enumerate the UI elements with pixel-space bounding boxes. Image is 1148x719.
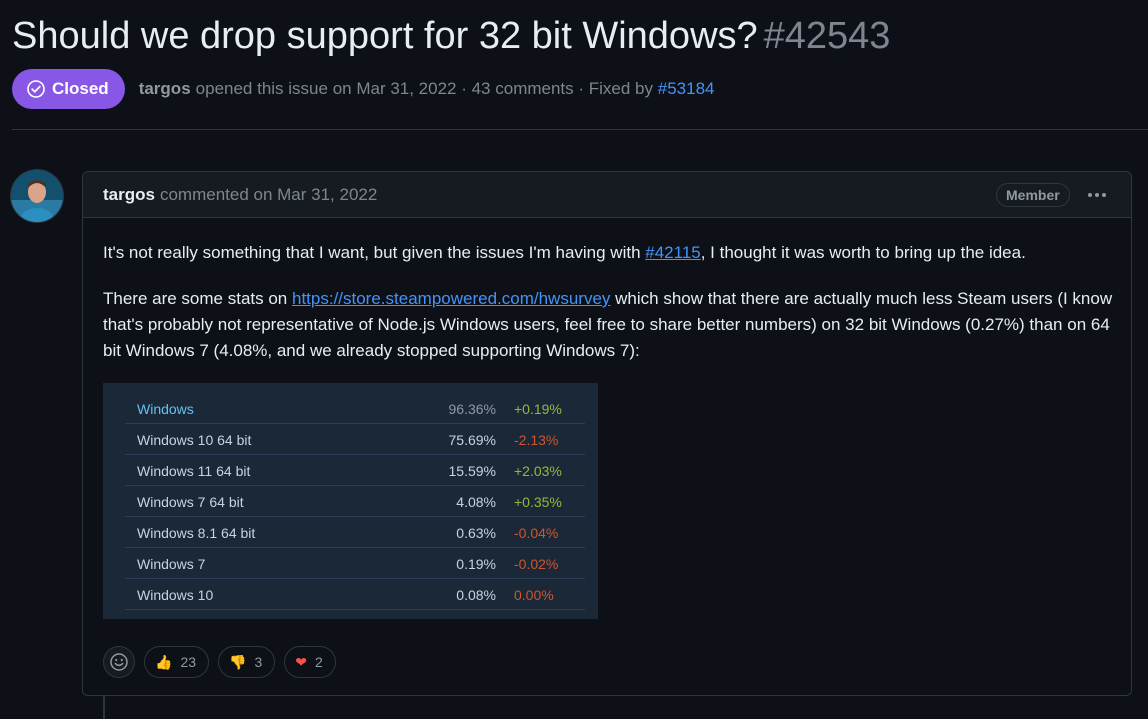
reaction-count: 23 <box>180 654 197 670</box>
comment-timestamp[interactable]: commented on Mar 31, 2022 <box>160 185 377 204</box>
stats-row: Windows 7 0.19% -0.02% <box>125 548 585 579</box>
comment-paragraph-2: There are some stats on https://store.st… <box>103 286 1113 364</box>
stats-percent: 75.69% <box>448 432 496 448</box>
stats-os-name: Windows 7 <box>137 556 206 572</box>
author-avatar[interactable] <box>11 170 63 222</box>
issue-meta: Closed targos opened this issue on Mar 31… <box>12 69 714 109</box>
stats-change: 0.00% <box>514 587 554 603</box>
stats-os-name: Windows 7 64 bit <box>137 494 244 510</box>
stats-row: Windows 10 0.08% 0.00% <box>125 579 585 610</box>
stats-change: +0.19% <box>514 401 562 417</box>
add-reaction-button[interactable] <box>103 646 135 678</box>
closed-status-badge: Closed <box>12 69 125 109</box>
smiley-icon <box>110 653 128 671</box>
issue-title-text: Should we drop support for 32 bit Window… <box>12 15 758 57</box>
status-label: Closed <box>52 79 109 98</box>
comment-author-link[interactable]: targos <box>103 185 155 204</box>
stats-change: +0.35% <box>514 494 562 510</box>
thumbs-down-icon: 👎 <box>229 654 247 670</box>
comment-paragraph-1: It's not really something that I want, b… <box>103 240 1113 266</box>
issue-title: Should we drop support for 32 bit Window… <box>12 12 890 60</box>
issue-author-link[interactable]: targos <box>139 79 191 98</box>
stats-row: Windows 7 64 bit 4.08% +0.35% <box>125 486 585 517</box>
thumbs-up-icon: 👍 <box>155 654 173 670</box>
stats-os-name: Windows 10 <box>137 587 214 603</box>
paragraph-text: It's not really something that I want, b… <box>103 243 646 262</box>
stats-percent: 0.19% <box>456 556 496 572</box>
timeline-line <box>103 696 105 719</box>
stats-os-name: Windows <box>137 401 194 417</box>
steam-stats-image: Windows 96.36% +0.19% Windows 10 64 bit … <box>103 383 598 619</box>
stats-percent: 0.63% <box>456 525 496 541</box>
stats-percent: 96.36% <box>448 401 496 417</box>
stats-os-name: Windows 11 64 bit <box>137 463 251 479</box>
member-badge: Member <box>996 183 1070 207</box>
comment-header: targos commented on Mar 31, 2022 Member <box>83 172 1131 218</box>
kebab-menu-icon[interactable] <box>1084 182 1110 208</box>
steam-survey-link[interactable]: https://store.steampowered.com/hwsurvey <box>292 289 610 308</box>
thumbs-up-reaction-button[interactable]: 👍 23 <box>144 646 210 678</box>
stats-change: +2.03% <box>514 463 562 479</box>
stats-os-name: Windows 10 64 bit <box>137 432 252 448</box>
stats-percent: 15.59% <box>448 463 496 479</box>
stats-os-name: Windows 8.1 64 bit <box>137 525 256 541</box>
fixed-by-pr-link[interactable]: #53184 <box>658 79 715 98</box>
stats-row: Windows 96.36% +0.19% <box>125 393 585 424</box>
comment-box: targos commented on Mar 31, 2022 Member I… <box>82 171 1132 696</box>
paragraph-text: There are some stats on <box>103 289 292 308</box>
stats-percent: 0.08% <box>456 587 496 603</box>
comment-author-line: targos commented on Mar 31, 2022 <box>103 185 377 205</box>
heart-reaction-button[interactable]: ❤ 2 <box>284 646 336 678</box>
stats-row: Windows 8.1 64 bit 0.63% -0.04% <box>125 517 585 548</box>
issue-meta-text: targos opened this issue on Mar 31, 2022 … <box>139 79 715 99</box>
stats-change: -0.04% <box>514 525 559 541</box>
thumbs-down-reaction-button[interactable]: 👎 3 <box>218 646 276 678</box>
stats-change: -0.02% <box>514 556 559 572</box>
issue-meta-description: opened this issue on Mar 31, 2022 · 43 c… <box>195 79 654 98</box>
stats-change: -2.13% <box>514 432 559 448</box>
reactions-bar: 👍 23 👎 3 ❤ 2 <box>103 646 336 678</box>
heart-icon: ❤ <box>295 654 307 670</box>
avatar-image-icon <box>11 170 63 222</box>
stats-row: Windows 10 64 bit 75.69% -2.13% <box>125 424 585 455</box>
reaction-count: 3 <box>254 654 263 670</box>
paragraph-text: , I thought it was worth to bring up the… <box>700 243 1026 262</box>
check-circle-icon <box>27 80 45 98</box>
stats-percent: 4.08% <box>456 494 496 510</box>
header-divider <box>12 129 1148 130</box>
issue-number: #42543 <box>763 15 891 57</box>
stats-row: Windows 11 64 bit 15.59% +2.03% <box>125 455 585 486</box>
issue-ref-link[interactable]: #42115 <box>645 243 700 262</box>
reaction-count: 2 <box>314 654 323 670</box>
